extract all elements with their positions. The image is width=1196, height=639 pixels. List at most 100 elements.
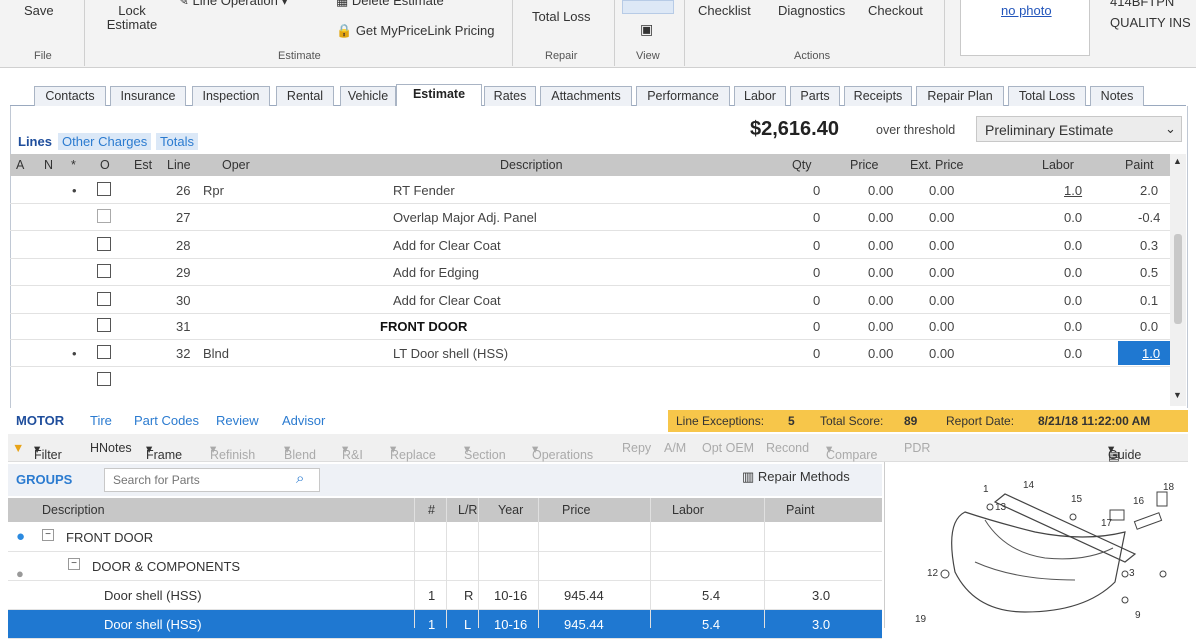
tab-vehicle[interactable]: Vehicle [340, 86, 396, 106]
operations-button[interactable]: Operations ▾ [532, 441, 593, 462]
replace-button[interactable]: Replace ▾ [390, 441, 436, 462]
diagram-label[interactable]: 16 [1133, 496, 1144, 507]
delete-estimate-button[interactable]: ▦ Delete Estimate [336, 0, 444, 8]
col-est[interactable]: Est [134, 158, 152, 172]
diagram-label[interactable]: 15 [1071, 494, 1082, 505]
tab-insurance[interactable]: Insurance [110, 86, 186, 106]
col-a[interactable]: A [16, 158, 24, 172]
part-row-selected[interactable]: Door shell (HSS) 1 L 10-16 945.44 5.4 3.… [8, 610, 882, 639]
scrollbar-thumb[interactable] [1174, 234, 1182, 324]
scroll-up-icon[interactable]: ▲ [1173, 156, 1182, 166]
tab-review[interactable]: Review [216, 413, 259, 428]
paint-cell-selected[interactable]: 1.0 [1118, 341, 1170, 365]
part-row[interactable]: Door shell (HSS) 1 R 10-16 945.44 5.4 3.… [8, 581, 882, 610]
diagram-label[interactable]: 9 [1135, 610, 1141, 621]
tab-inspection[interactable]: Inspection [192, 86, 270, 106]
row-checkbox[interactable] [97, 372, 111, 386]
refinish-button[interactable]: Refinish ▾ [210, 441, 255, 462]
opt-oem-button[interactable]: Opt OEM [702, 441, 754, 455]
checklist-button[interactable]: Checklist [698, 4, 751, 18]
diagram-label[interactable]: 17 [1101, 518, 1112, 529]
tab-advisor[interactable]: Advisor [282, 413, 325, 428]
tab-total-loss[interactable]: Total Loss [1008, 86, 1086, 106]
table-row-empty[interactable] [10, 367, 1170, 394]
row-checkbox[interactable] [97, 264, 111, 278]
line-operation-button[interactable]: ✎ Line Operation ▾ [178, 0, 288, 8]
table-row[interactable]: • 26 Rpr RT Fender 0 0.00 0.00 1.0 2.0 [10, 177, 1170, 204]
col-description[interactable]: Description [500, 158, 563, 172]
gcol-paint[interactable]: Paint [786, 503, 815, 517]
tab-repair-plan[interactable]: Repair Plan [916, 86, 1004, 106]
table-row[interactable]: 28 Add for Clear Coat 0 0.00 0.00 0.0 0.… [10, 232, 1170, 259]
diagram-label[interactable]: 1 [983, 484, 989, 495]
col-labor[interactable]: Labor [1042, 158, 1074, 172]
row-checkbox[interactable] [97, 318, 111, 332]
row-checkbox[interactable] [97, 182, 111, 196]
row-checkbox[interactable] [97, 209, 111, 223]
section-button[interactable]: Section ▾ [464, 441, 506, 462]
checkout-button[interactable]: Checkout [868, 4, 923, 18]
gcol-lr[interactable]: L/R [458, 503, 477, 517]
col-oper[interactable]: Oper [222, 158, 250, 172]
diagram-label[interactable]: 13 [995, 502, 1006, 513]
diagram-label[interactable]: 14 [1023, 480, 1034, 491]
col-line[interactable]: Line [167, 158, 191, 172]
group-row[interactable]: ● − DOOR & COMPONENTS [8, 552, 882, 581]
tab-rates[interactable]: Rates [484, 86, 536, 106]
tab-parts[interactable]: Parts [790, 86, 840, 106]
subtab-lines[interactable]: Lines [14, 133, 56, 150]
total-loss-button[interactable]: Total Loss [532, 10, 591, 24]
pdr-button[interactable]: PDR [904, 441, 930, 455]
tab-motor[interactable]: MOTOR [16, 413, 64, 428]
row-checkbox[interactable] [97, 345, 111, 359]
table-row[interactable]: 30 Add for Clear Coat 0 0.00 0.00 0.0 0.… [10, 287, 1170, 314]
col-qty[interactable]: Qty [792, 158, 811, 172]
blend-button[interactable]: Blend ▾ [284, 441, 316, 462]
estimate-status-select[interactable]: Preliminary Estimate ⌄ [976, 116, 1182, 142]
tab-receipts[interactable]: Receipts [844, 86, 912, 106]
subtab-totals[interactable]: Totals [156, 133, 198, 150]
scroll-down-icon[interactable]: ▼ [1173, 390, 1182, 400]
col-o[interactable]: O [100, 158, 110, 172]
col-star[interactable]: * [71, 158, 76, 172]
get-pricing-button[interactable]: 🔒 Get MyPriceLink Pricing [336, 24, 495, 38]
gcol-year[interactable]: Year [498, 503, 523, 517]
col-paint[interactable]: Paint [1125, 158, 1154, 172]
tab-contacts[interactable]: Contacts [34, 86, 106, 106]
row-labor[interactable]: 1.0 [1064, 183, 1082, 198]
compare-button[interactable]: Compare ▾ [826, 441, 877, 462]
lines-scrollbar[interactable]: ▲ ▼ [1170, 154, 1186, 406]
col-n[interactable]: N [44, 158, 53, 172]
tab-part-codes[interactable]: Part Codes [134, 413, 199, 428]
view-icon[interactable]: ▣ [640, 22, 653, 36]
diagram-label[interactable]: 12 [927, 568, 938, 579]
diagram-label[interactable]: 18 [1163, 482, 1174, 493]
search-icon[interactable]: ⌕ [296, 470, 304, 487]
tab-tire[interactable]: Tire [90, 413, 112, 428]
tab-labor[interactable]: Labor [734, 86, 786, 106]
frame-button[interactable]: Frame ▾ [146, 441, 182, 462]
tab-performance[interactable]: Performance [636, 86, 730, 106]
tab-rental[interactable]: Rental [276, 86, 334, 106]
row-checkbox[interactable] [97, 292, 111, 306]
gcol-num[interactable]: # [428, 503, 435, 517]
gcol-price[interactable]: Price [562, 503, 590, 517]
row-checkbox[interactable] [97, 237, 111, 251]
subtab-other-charges[interactable]: Other Charges [58, 133, 152, 150]
recond-button[interactable]: Recond [766, 441, 809, 455]
repair-methods-button[interactable]: ▥ Repair Methods [742, 469, 850, 485]
tab-estimate[interactable]: Estimate [396, 84, 482, 107]
col-ext-price[interactable]: Ext. Price [910, 158, 964, 172]
no-photo-link[interactable]: no photo [1001, 3, 1052, 18]
parts-diagram[interactable]: 1 14 13 15 16 17 18 12 3 19 9 [884, 462, 1196, 628]
hnotes-button[interactable]: HNotes [90, 441, 132, 455]
collapse-icon[interactable]: − [42, 529, 54, 541]
repy-button[interactable]: Repy [622, 441, 651, 455]
table-row[interactable]: 27 Overlap Major Adj. Panel 0 0.00 0.00 … [10, 204, 1170, 231]
diagnostics-button[interactable]: Diagnostics [778, 4, 845, 18]
diagram-label[interactable]: 3 [1129, 568, 1135, 579]
tab-notes[interactable]: Notes [1090, 86, 1144, 106]
diagram-label[interactable]: 19 [915, 614, 926, 625]
tab-attachments[interactable]: Attachments [540, 86, 632, 106]
gcol-labor[interactable]: Labor [672, 503, 704, 517]
